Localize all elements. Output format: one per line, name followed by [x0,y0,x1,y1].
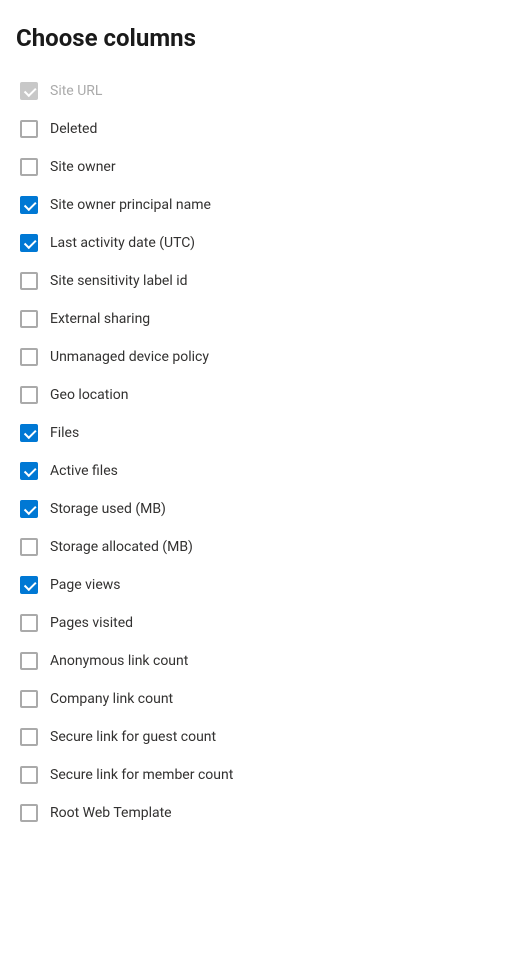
checkbox-active-files[interactable] [20,462,38,480]
column-item-external-sharing[interactable]: External sharing [16,300,490,338]
label-geo-location: Geo location [50,387,128,403]
column-item-company-link-count[interactable]: Company link count [16,680,490,718]
page-title: Choose columns [16,24,490,52]
column-item-deleted[interactable]: Deleted [16,110,490,148]
column-item-root-web-template[interactable]: Root Web Template [16,794,490,832]
column-item-files[interactable]: Files [16,414,490,452]
column-item-unmanaged-device-policy[interactable]: Unmanaged device policy [16,338,490,376]
checkbox-deleted[interactable] [20,120,38,138]
checkbox-files[interactable] [20,424,38,442]
label-files: Files [50,425,79,441]
checkbox-site-owner-principal-name[interactable] [20,196,38,214]
checkbox-anonymous-link-count[interactable] [20,652,38,670]
label-root-web-template: Root Web Template [50,805,172,821]
label-site-owner-principal-name: Site owner principal name [50,197,211,213]
column-item-last-activity-date[interactable]: Last activity date (UTC) [16,224,490,262]
label-pages-visited: Pages visited [50,615,133,631]
column-item-site-url[interactable]: Site URL [16,72,490,110]
checkbox-root-web-template[interactable] [20,804,38,822]
column-item-active-files[interactable]: Active files [16,452,490,490]
checkbox-site-owner[interactable] [20,158,38,176]
checkbox-storage-allocated[interactable] [20,538,38,556]
label-page-views: Page views [50,577,121,593]
label-active-files: Active files [50,463,118,479]
label-storage-allocated: Storage allocated (MB) [50,539,193,555]
label-site-url: Site URL [50,83,102,99]
label-deleted: Deleted [50,121,97,137]
column-item-storage-allocated[interactable]: Storage allocated (MB) [16,528,490,566]
checkbox-unmanaged-device-policy[interactable] [20,348,38,366]
column-item-site-owner-principal-name[interactable]: Site owner principal name [16,186,490,224]
checkbox-site-url[interactable] [20,82,38,100]
checkbox-external-sharing[interactable] [20,310,38,328]
checkbox-pages-visited[interactable] [20,614,38,632]
label-unmanaged-device-policy: Unmanaged device policy [50,349,209,365]
checkbox-storage-used[interactable] [20,500,38,518]
label-secure-link-member-count: Secure link for member count [50,767,233,783]
column-list: Site URL Deleted Site owner Site owner prin… [16,72,490,832]
checkbox-site-sensitivity-label-id[interactable] [20,272,38,290]
label-last-activity-date: Last activity date (UTC) [50,235,195,251]
column-item-secure-link-guest-count[interactable]: Secure link for guest count [16,718,490,756]
column-item-geo-location[interactable]: Geo location [16,376,490,414]
column-item-pages-visited[interactable]: Pages visited [16,604,490,642]
column-item-secure-link-member-count[interactable]: Secure link for member count [16,756,490,794]
label-anonymous-link-count: Anonymous link count [50,653,188,669]
column-item-site-sensitivity-label-id[interactable]: Site sensitivity label id [16,262,490,300]
label-external-sharing: External sharing [50,311,150,327]
label-company-link-count: Company link count [50,691,173,707]
column-item-anonymous-link-count[interactable]: Anonymous link count [16,642,490,680]
label-storage-used: Storage used (MB) [50,501,166,517]
checkbox-page-views[interactable] [20,576,38,594]
label-secure-link-guest-count: Secure link for guest count [50,729,216,745]
checkbox-geo-location[interactable] [20,386,38,404]
column-item-site-owner[interactable]: Site owner [16,148,490,186]
label-site-sensitivity-label-id: Site sensitivity label id [50,273,188,289]
checkbox-company-link-count[interactable] [20,690,38,708]
checkbox-secure-link-member-count[interactable] [20,766,38,784]
label-site-owner: Site owner [50,159,116,175]
column-item-storage-used[interactable]: Storage used (MB) [16,490,490,528]
checkbox-last-activity-date[interactable] [20,234,38,252]
checkbox-secure-link-guest-count[interactable] [20,728,38,746]
column-item-page-views[interactable]: Page views [16,566,490,604]
